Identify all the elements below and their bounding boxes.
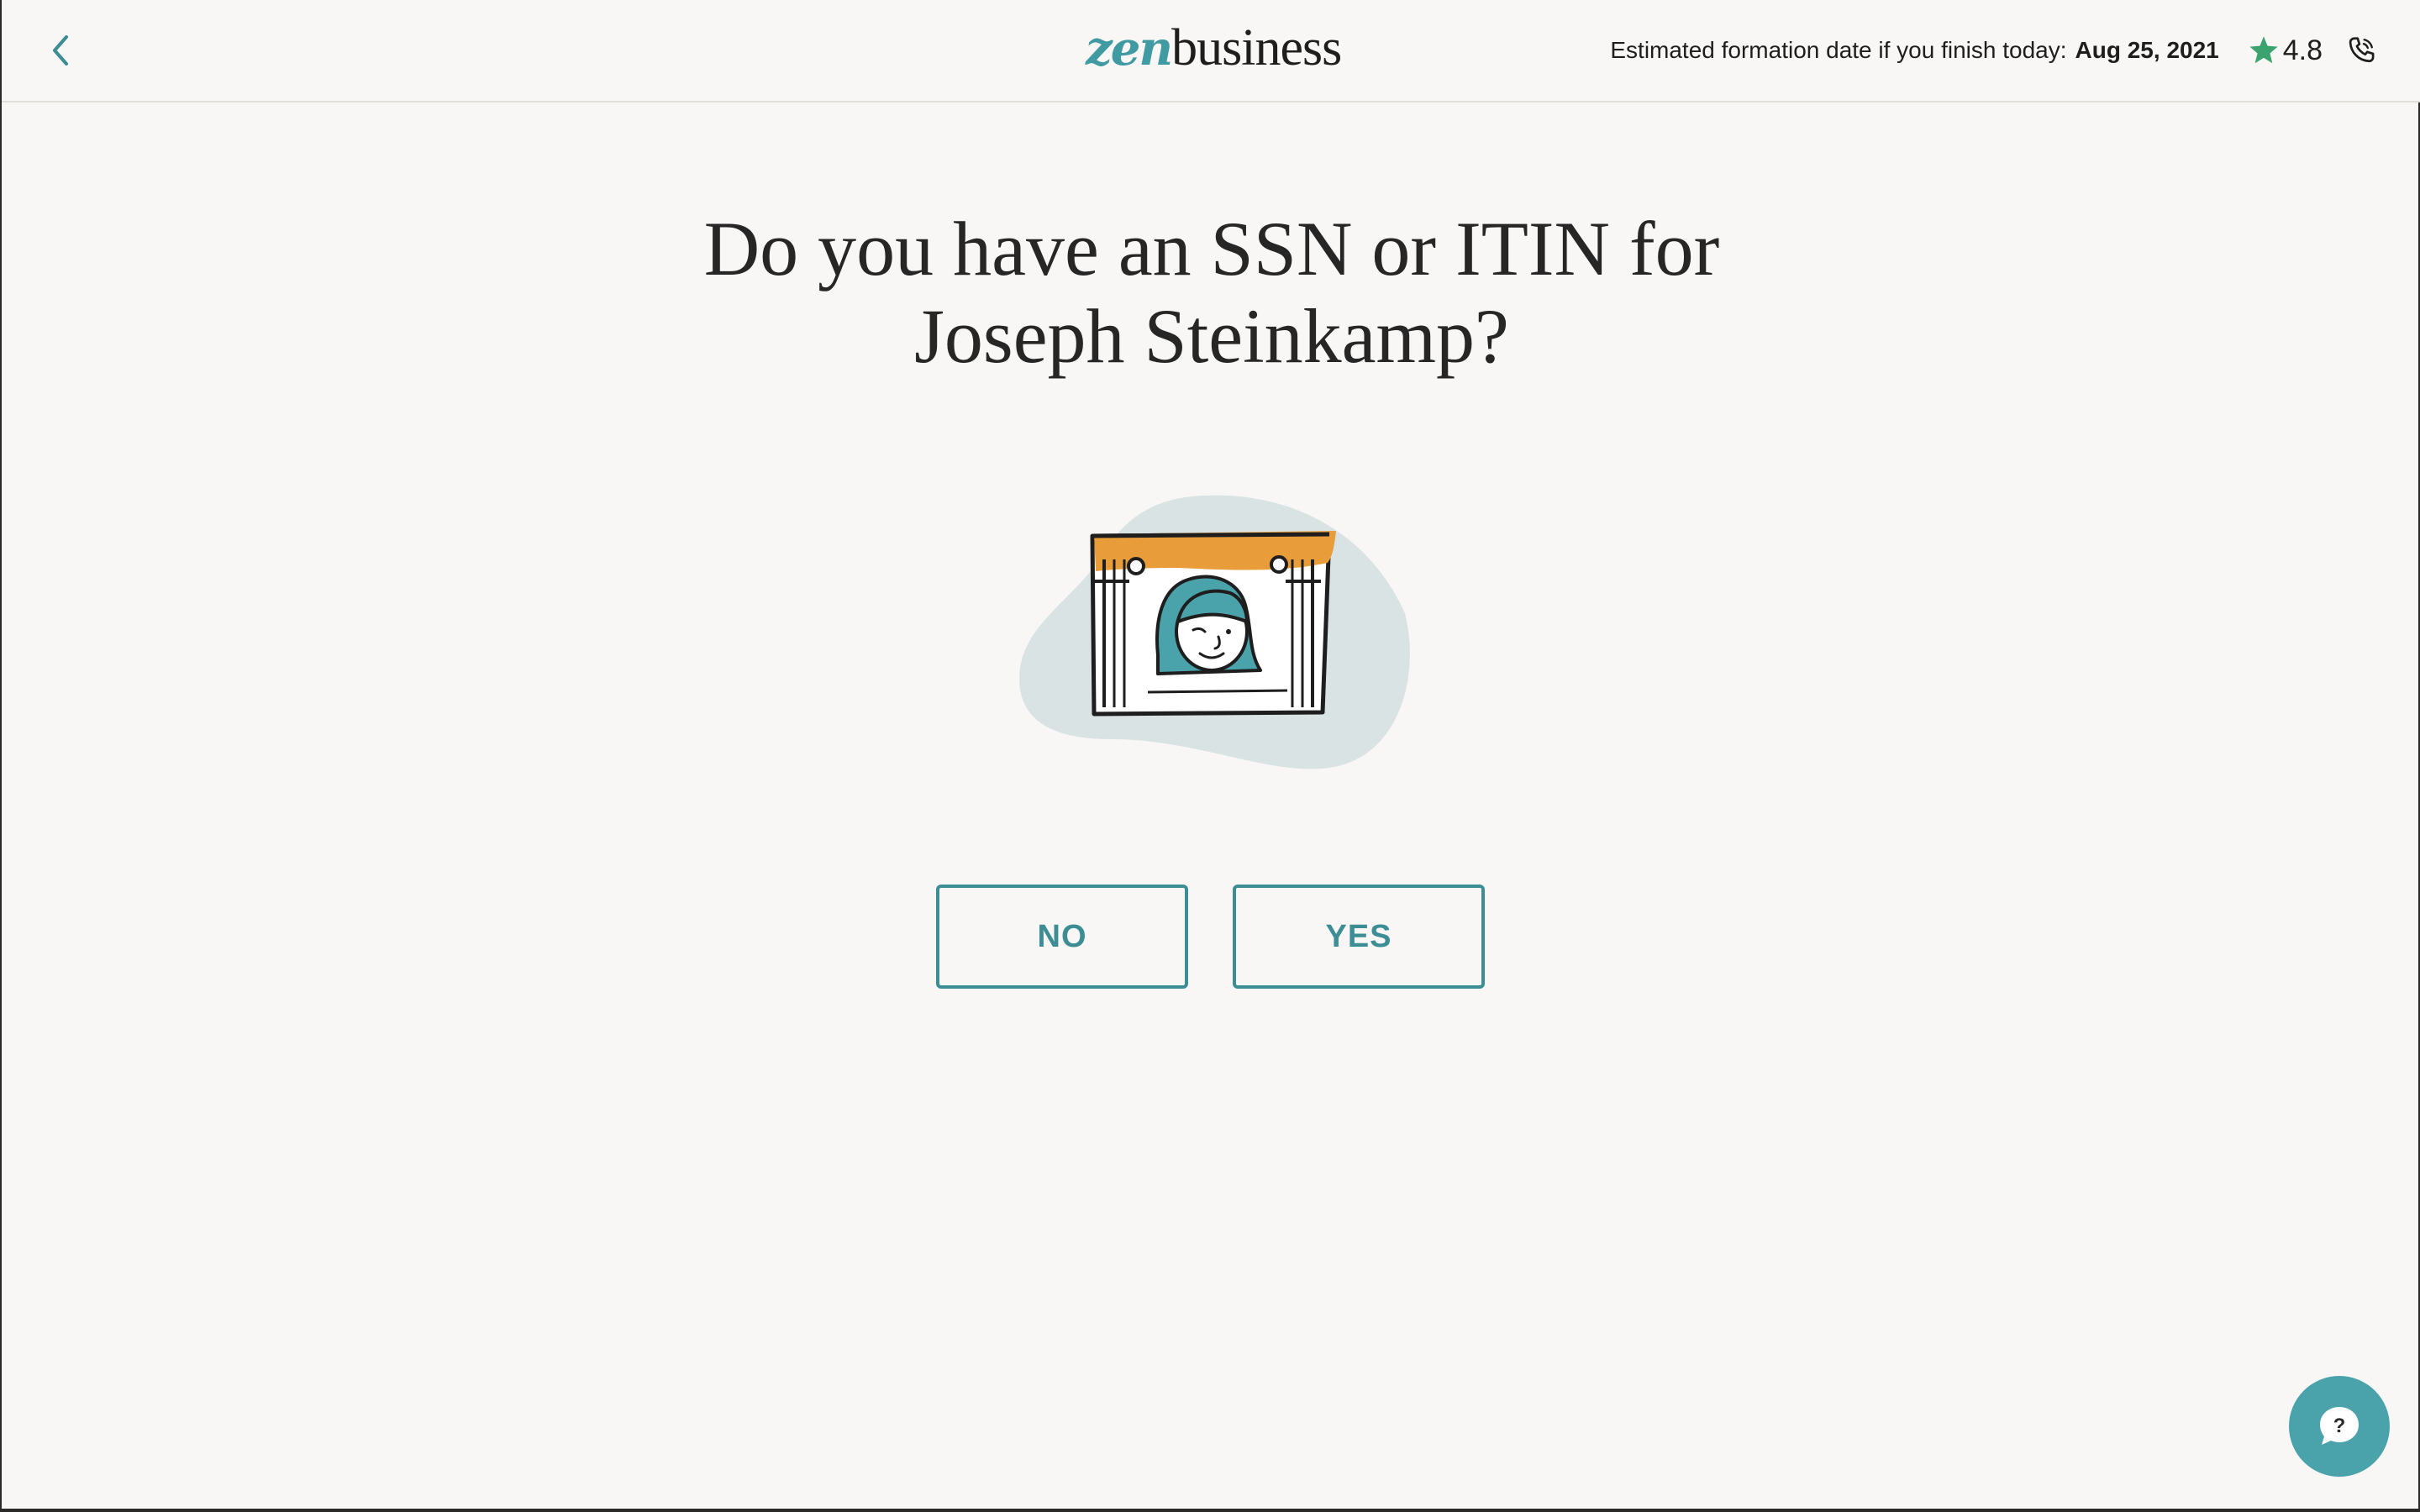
chevron-left-icon [53, 35, 68, 66]
star-icon [2249, 36, 2278, 64]
help-glyph: ? [2333, 1415, 2346, 1437]
chat-help-icon: ? [2320, 1407, 2359, 1445]
phone-icon [2349, 37, 2375, 63]
back-button[interactable] [35, 25, 86, 76]
formation-date-label: Estimated formation date if you finish t… [1610, 37, 2067, 63]
question-line-1: Do you have an SSN or ITIN for [703, 206, 1720, 291]
yes-button[interactable]: YES [1233, 885, 1485, 989]
top-header: zen business Estimated formation date if… [2, 0, 2420, 102]
phone-button[interactable] [2343, 32, 2380, 69]
question-line-2: Joseph Steinkamp? [914, 293, 1509, 379]
rating: 4.8 [2248, 34, 2323, 67]
help-chat-button[interactable]: ? [2289, 1376, 2390, 1477]
question-heading: Do you have an SSN or ITIN for Joseph St… [539, 205, 1884, 380]
answer-buttons: NO YES [936, 885, 1491, 992]
logo-business-text: business [1171, 19, 1342, 76]
app-frame: zen business Estimated formation date if… [0, 0, 2420, 1512]
header-info: Estimated formation date if you finish t… [1610, 25, 2380, 76]
rating-value: 4.8 [2282, 34, 2323, 66]
zenbusiness-logo[interactable]: zen business [1086, 18, 1342, 77]
id-card-illustration [1010, 487, 1413, 781]
formation-date-value: Aug 25, 2021 [2075, 37, 2219, 63]
no-button[interactable]: NO [936, 885, 1188, 989]
logo-zen-text: zen [1086, 21, 1173, 76]
